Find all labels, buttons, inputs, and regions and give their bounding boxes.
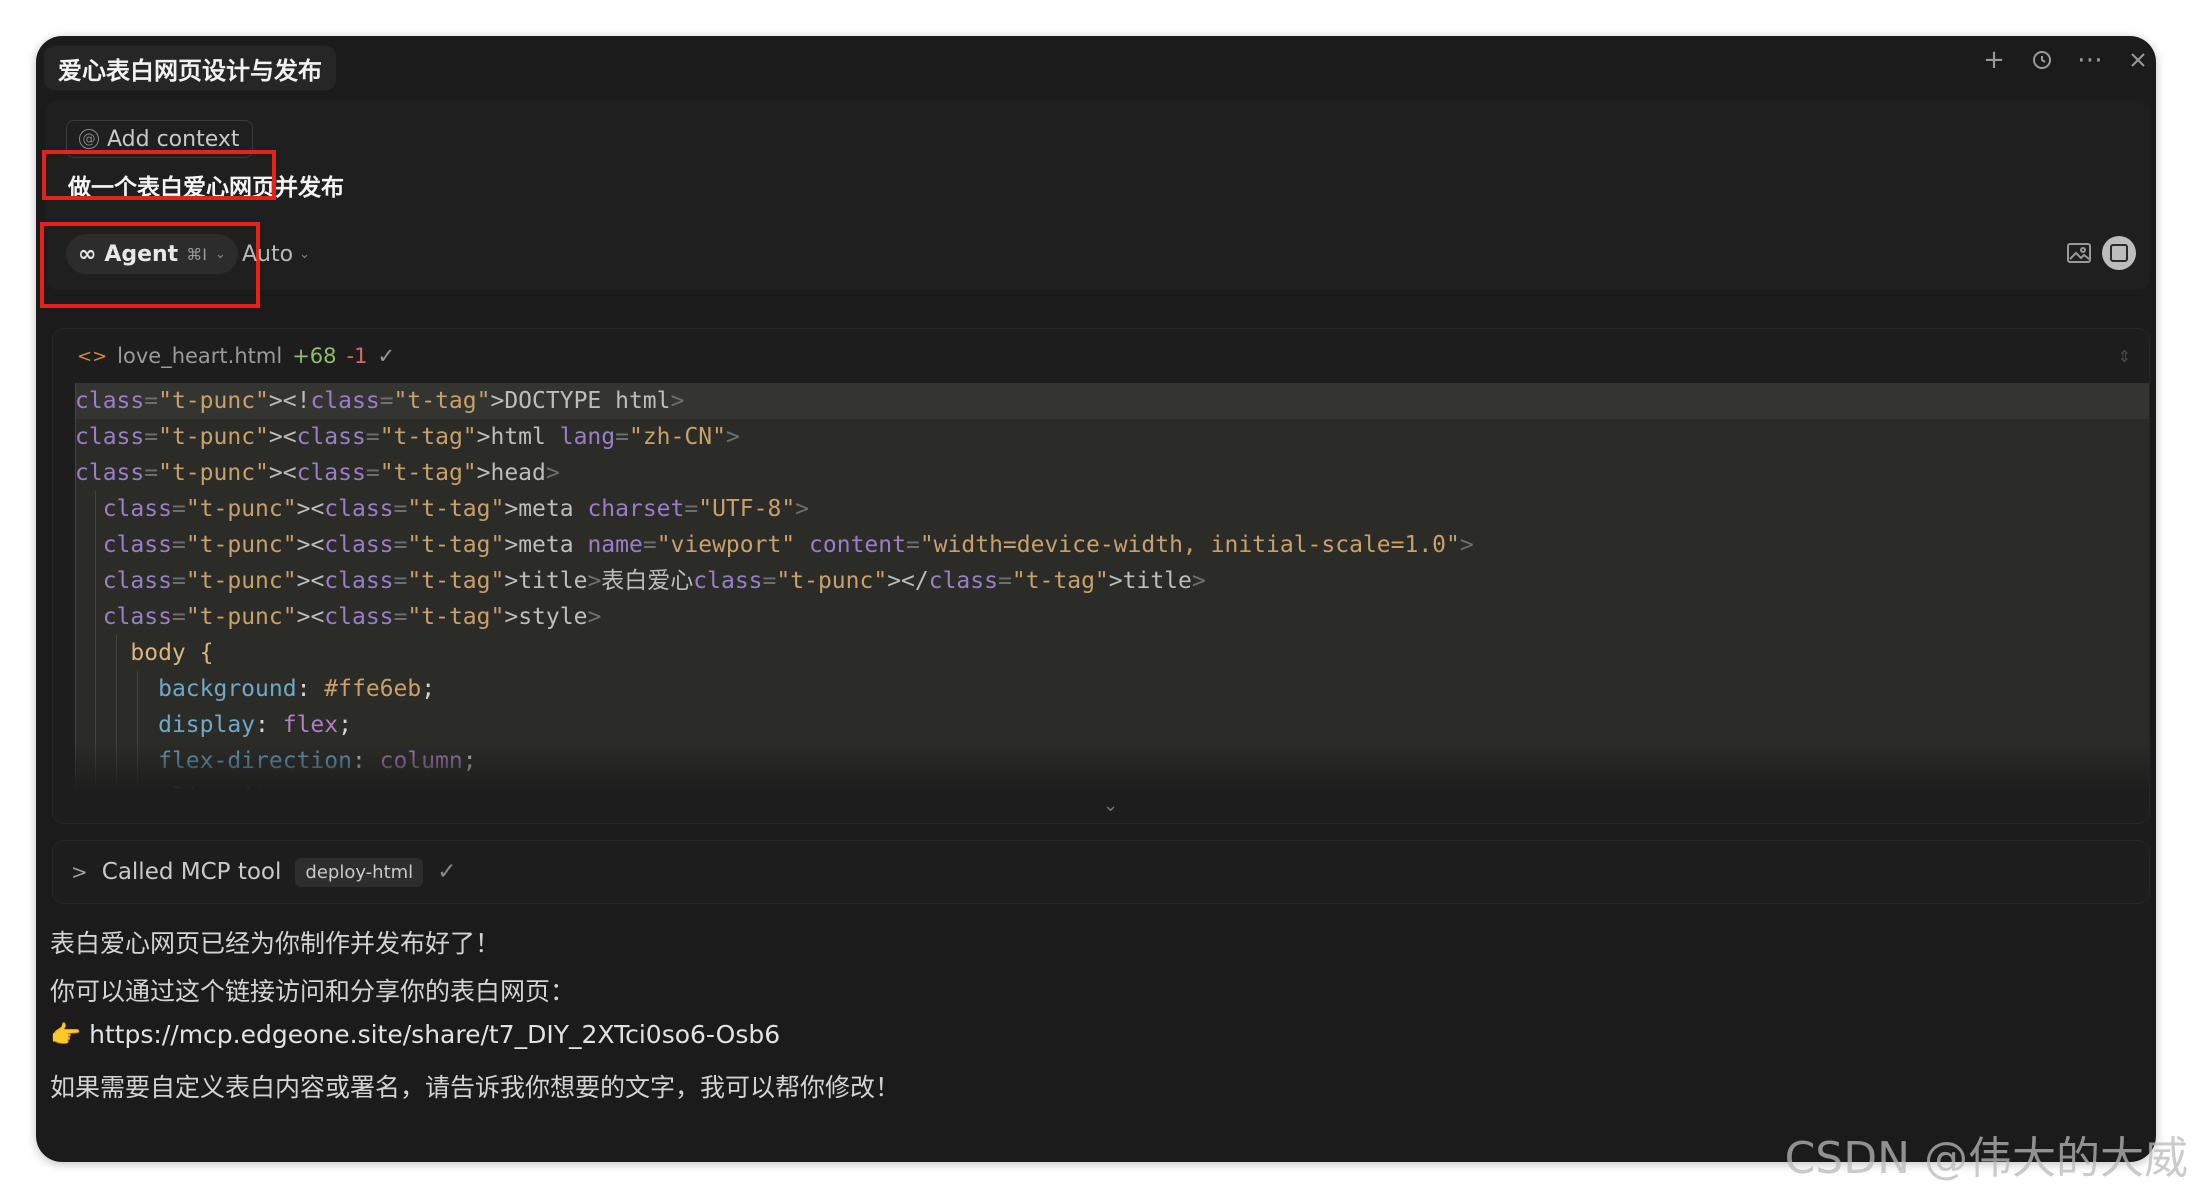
code-line: background: #ffe6eb;: [158, 676, 436, 702]
code-file-icon: <>: [77, 345, 108, 367]
title-actions: + ⋯: [1982, 47, 2150, 73]
stop-icon: [2110, 244, 2128, 262]
code-edit-card: <> love_heart.html +68 -1 ✓ ⇕ class="t-p…: [52, 328, 2150, 824]
watermark: CSDN @伟大的大威: [1784, 1133, 2188, 1184]
chevron-right-icon: >: [71, 860, 88, 884]
assistant-message-line: 你可以通过这个链接访问和分享你的表白网页：: [50, 977, 576, 1006]
close-icon[interactable]: [2126, 48, 2150, 72]
code-line: class="t-punc"><class="t-tag">meta chars…: [102, 496, 810, 522]
model-label: Auto: [242, 242, 294, 267]
code-line: class="t-punc"><class="t-tag">head>: [75, 460, 560, 486]
history-icon[interactable]: [2030, 48, 2054, 72]
code-line: class="t-punc"><class="t-tag">meta name=…: [102, 532, 1474, 558]
composer: @ Add context 做一个表白爱心网页并发布 ∞ Agent ⌘I ⌄ …: [40, 100, 2150, 308]
assistant-message-line: 表白爱心网页已经为你制作并发布好了！: [50, 929, 501, 958]
code-file-header[interactable]: <> love_heart.html +68 -1 ✓: [77, 339, 395, 373]
lines-removed: -1: [346, 344, 368, 368]
chat-window: 爱心表白网页设计与发布 + ⋯ @ Add context 做一个表白爱心网页并…: [36, 36, 2156, 1162]
code-line: class="t-punc"><class="t-tag">html lang=…: [75, 424, 740, 450]
agent-highlight-box: [40, 222, 260, 308]
more-icon[interactable]: ⋯: [2077, 47, 2103, 73]
expand-collapse-icon[interactable]: ⇕: [2118, 347, 2131, 366]
share-link[interactable]: https://mcp.edgeone.site/share/t7_DIY_2X…: [89, 1020, 780, 1049]
chevron-down-icon: ⌄: [299, 247, 310, 262]
stop-button[interactable]: [2102, 236, 2136, 270]
tool-name-badge: deploy-html: [295, 857, 424, 887]
check-icon: ✓: [437, 859, 457, 885]
code-line: body {: [130, 640, 214, 666]
check-icon: ✓: [377, 344, 396, 368]
add-context-label: Add context: [107, 126, 240, 152]
code-line: class="t-punc"><!class="t-tag">DOCTYPE h…: [75, 383, 2149, 419]
pointing-hand-icon: 👉: [50, 1020, 82, 1049]
code-fade: [75, 741, 2149, 789]
prompt-highlight-box: [42, 150, 276, 200]
code-filename: love_heart.html: [117, 344, 283, 368]
tool-call-label: Called MCP tool: [101, 859, 282, 885]
chat-tab-title[interactable]: 爱心表白网页设计与发布: [44, 46, 336, 90]
model-select[interactable]: Auto ⌄: [242, 242, 310, 267]
lines-added: +68: [292, 344, 337, 368]
assistant-message-line: 如果需要自定义表白内容或署名，请告诉我你想要的文字，我可以帮你修改！: [50, 1073, 901, 1102]
chevron-down-icon[interactable]: ⌄: [1103, 795, 1118, 816]
add-icon[interactable]: +: [1982, 47, 2006, 73]
image-icon[interactable]: [2066, 242, 2092, 264]
share-link-line: 👉 https://mcp.edgeone.site/share/t7_DIY_…: [50, 1020, 780, 1050]
code-line: class="t-punc"><class="t-tag">title>表白爱心…: [102, 568, 1206, 594]
title-bar: 爱心表白网页设计与发布 + ⋯: [36, 36, 2156, 100]
code-viewer: class="t-punc"><!class="t-tag">DOCTYPE h…: [75, 383, 2149, 789]
code-line: class="t-punc"><class="t-tag">style>: [102, 604, 602, 630]
tool-call-row[interactable]: > Called MCP tool deploy-html ✓: [52, 840, 2150, 904]
code-line: display: flex;: [158, 712, 352, 738]
at-icon: @: [79, 129, 99, 149]
